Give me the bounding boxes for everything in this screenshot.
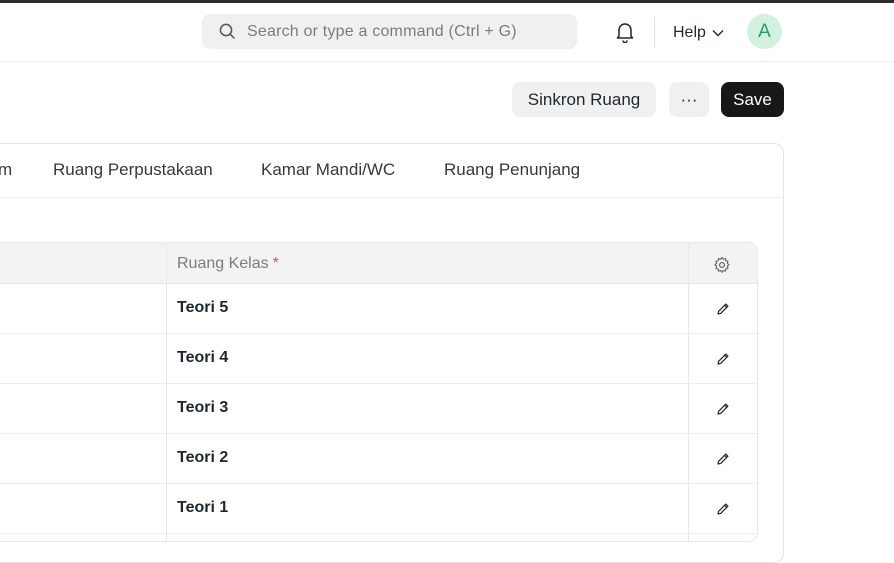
edit-pencil-icon[interactable] (713, 349, 733, 369)
navbar: Help A (0, 3, 894, 62)
tab-ruang-perpustakaan[interactable]: Ruang Perpustakaan (53, 160, 213, 180)
edit-pencil-icon[interactable] (713, 499, 733, 519)
table-row[interactable]: Teori 2 (0, 434, 757, 484)
ruang-kelas-table: Ruang Kelas * Teori 5 Teori 4 Teori 3 Teo… (0, 242, 758, 542)
navbar-divider (654, 17, 655, 48)
save-label: Save (733, 89, 772, 109)
search-icon (218, 23, 236, 41)
column-settings-gear-icon[interactable] (712, 255, 732, 275)
tab-bar: m Ruang Perpustakaan Kamar Mandi/WC Ruan… (0, 144, 783, 198)
help-label: Help (673, 24, 706, 41)
table-header: Ruang Kelas * (0, 243, 757, 284)
tab-truncated[interactable]: m (0, 160, 12, 180)
tab-kamar-mandi-wc[interactable]: Kamar Mandi/WC (261, 160, 395, 180)
sync-rooms-button[interactable]: Sinkron Ruang (512, 82, 656, 117)
search-bar[interactable] (202, 14, 577, 49)
save-button[interactable]: Save (721, 82, 784, 117)
more-icon: ··· (680, 89, 698, 109)
column-divider (688, 243, 689, 541)
cell-ruang-kelas[interactable]: Teori 4 (177, 349, 228, 367)
cell-ruang-kelas[interactable]: Teori 1 (177, 499, 228, 517)
more-actions-button[interactable]: ··· (669, 82, 709, 117)
cell-ruang-kelas[interactable]: Teori 5 (177, 299, 228, 317)
edit-pencil-icon[interactable] (713, 299, 733, 319)
table-row[interactable]: Teori 1 (0, 484, 757, 534)
cell-ruang-kelas[interactable]: Teori 2 (177, 449, 228, 467)
notifications-bell-icon[interactable] (613, 20, 637, 44)
required-marker: * (272, 255, 279, 272)
user-avatar[interactable]: A (747, 14, 782, 49)
table-row[interactable]: Teori 4 (0, 334, 757, 384)
table-row[interactable]: Teori 3 (0, 384, 757, 434)
column-header-ruang-kelas[interactable]: Ruang Kelas * (177, 255, 279, 273)
edit-pencil-icon[interactable] (713, 449, 733, 469)
avatar-initial: A (758, 20, 771, 42)
tab-ruang-penunjang[interactable]: Ruang Penunjang (444, 160, 580, 180)
sync-rooms-label: Sinkron Ruang (527, 89, 641, 109)
search-input[interactable] (247, 22, 567, 41)
chevron-down-icon (712, 29, 724, 37)
help-dropdown[interactable]: Help (673, 21, 724, 45)
column-divider (166, 243, 167, 541)
edit-pencil-icon[interactable] (713, 399, 733, 419)
cell-ruang-kelas[interactable]: Teori 3 (177, 399, 228, 417)
table-row[interactable]: Teori 5 (0, 284, 757, 334)
